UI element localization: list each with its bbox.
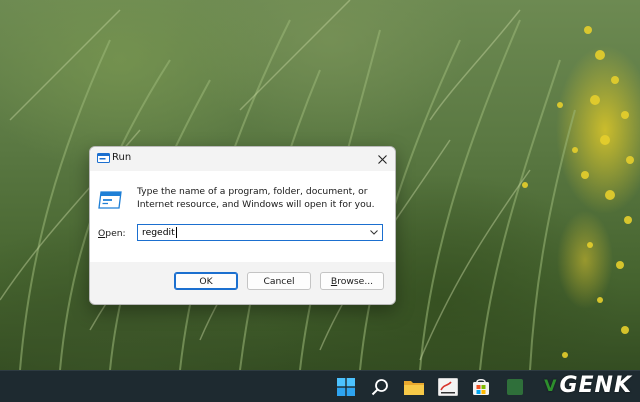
run-dialog: Run Type the name of a program, folder, … [89,146,396,305]
close-button[interactable] [369,147,395,171]
file-explorer-button[interactable] [402,375,426,399]
paint-icon [438,378,458,396]
dialog-description: Type the name of a program, folder, docu… [137,186,375,210]
run-icon [97,153,110,163]
paint-button[interactable] [436,375,460,399]
app-icon [507,379,523,395]
text-caret [176,227,177,238]
close-icon [377,154,387,164]
open-label-text: pen: [105,228,126,239]
watermark-logo: V GENK [544,372,632,398]
store-button[interactable] [469,375,493,399]
dialog-body: Type the name of a program, folder, docu… [90,171,395,262]
open-label: Open: [98,228,126,239]
ok-button[interactable]: OK [174,272,238,290]
dialog-title: Run [112,152,132,163]
store-icon [473,379,489,395]
windows-start-icon [337,378,355,396]
search-icon [371,379,388,396]
open-input[interactable] [138,225,368,240]
chevron-down-icon [370,230,378,235]
cancel-button[interactable]: Cancel [247,272,311,290]
search-button[interactable] [368,375,392,399]
watermark-v: V [544,375,558,395]
file-explorer-icon [404,381,424,395]
app-button[interactable] [503,375,527,399]
run-program-icon [98,191,122,209]
title-bar[interactable]: Run [90,147,395,171]
dropdown-button[interactable] [368,227,380,238]
browse-label: rowse... [337,275,374,287]
start-button[interactable] [334,375,358,399]
browse-button[interactable]: Browse... [320,272,384,290]
desktop: Run Type the name of a program, folder, … [0,0,640,402]
open-combobox[interactable] [137,224,383,241]
watermark-text: GENK [559,372,632,398]
dialog-footer: OK Cancel Browse... [90,262,395,304]
